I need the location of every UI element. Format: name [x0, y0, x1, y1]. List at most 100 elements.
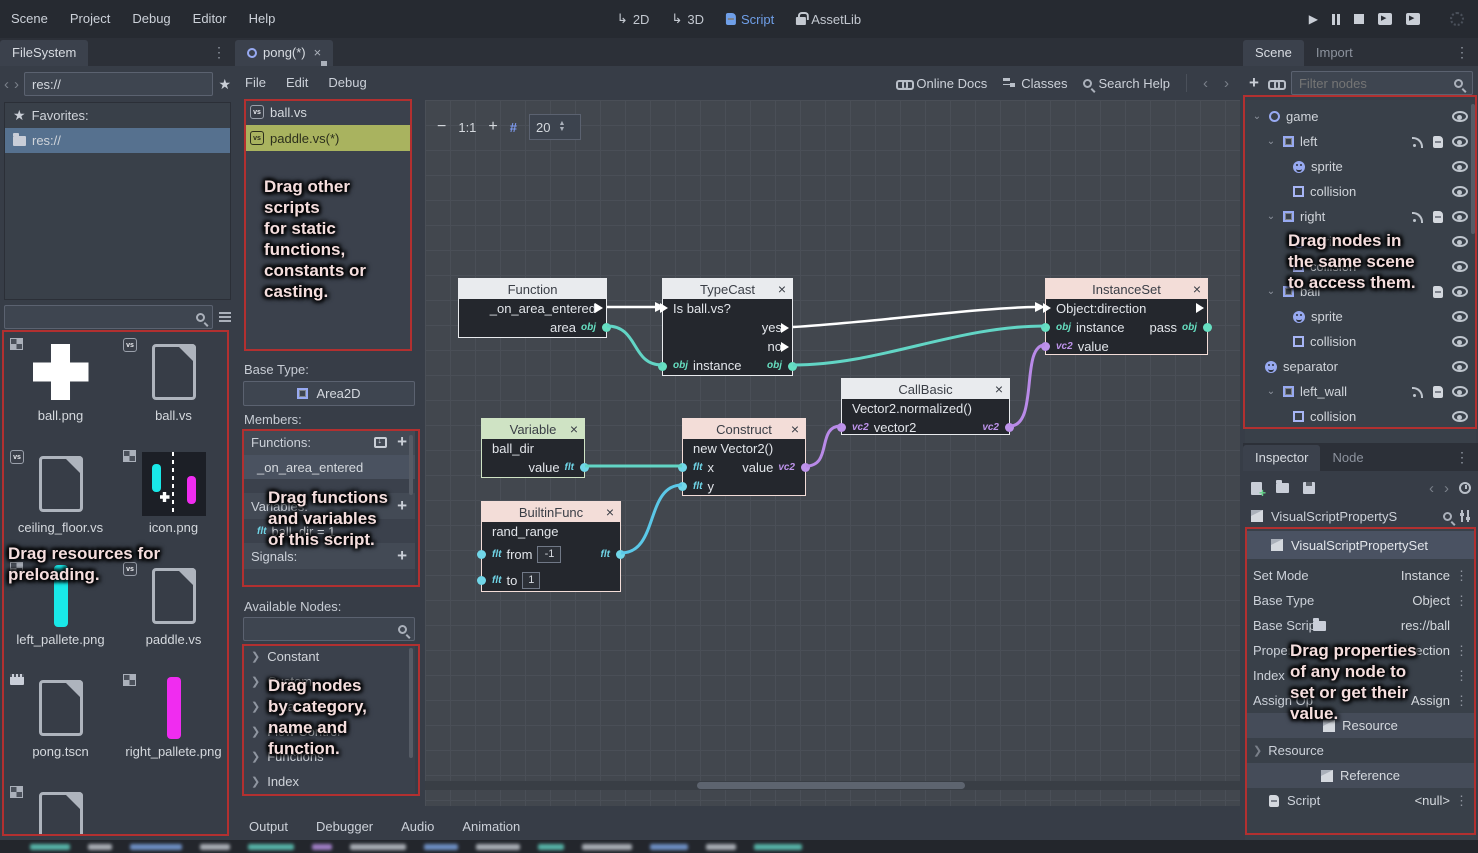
workspace-script[interactable]: Script: [718, 8, 782, 31]
root-folder-row[interactable]: res://: [5, 128, 230, 153]
filter-nodes-input[interactable]: [1291, 71, 1473, 95]
file-search-input[interactable]: [4, 305, 213, 329]
tools-icon[interactable]: [1460, 510, 1471, 522]
obj-in-port[interactable]: [658, 362, 667, 371]
visibility-icon[interactable]: [1452, 411, 1468, 422]
resource-expand-row[interactable]: ❯ Resource: [1245, 738, 1476, 763]
close-node-icon[interactable]: ×: [995, 381, 1003, 397]
category-index[interactable]: ❯Index: [243, 769, 415, 794]
visibility-icon[interactable]: [1452, 286, 1468, 297]
dock-options-icon[interactable]: ⋮: [1455, 44, 1470, 61]
signal-icon[interactable]: [1412, 136, 1424, 148]
tree-row-collision[interactable]: collision: [1245, 404, 1476, 429]
visibility-icon[interactable]: [1452, 336, 1468, 347]
float-out-port[interactable]: [580, 463, 589, 472]
seq-in-port[interactable]: [1043, 303, 1056, 313]
resource-section-header[interactable]: Resource: [1245, 713, 1476, 738]
obj-in-port[interactable]: [1041, 323, 1050, 332]
prop-set-mode[interactable]: Set ModeInstance⋮: [1245, 563, 1476, 588]
script-icon[interactable]: [1433, 286, 1443, 298]
dock-options-icon[interactable]: ⋮: [1455, 449, 1470, 466]
category-custom[interactable]: ❯Custom: [243, 669, 415, 694]
add-variable-icon[interactable]: +: [397, 496, 407, 516]
file-right-pallete-png[interactable]: right_pallete.png: [117, 668, 230, 780]
nav-forward-icon[interactable]: ›: [14, 76, 19, 93]
visual-script-graph[interactable]: − 1:1 + # 20 ▲▼ Function _on_area_entere…: [425, 100, 1240, 806]
tab-inspector[interactable]: Inspector: [1243, 445, 1320, 471]
signal-icon[interactable]: [1412, 211, 1424, 223]
path-input[interactable]: [24, 72, 213, 96]
snap-step-spinbox[interactable]: 20 ▲▼: [529, 114, 581, 140]
search-help-button[interactable]: Search Help: [1083, 76, 1170, 91]
category-scrollbar[interactable]: [409, 648, 413, 758]
script-item-ball[interactable]: vs ball.vs: [244, 99, 412, 125]
reference-section-header[interactable]: Reference: [1245, 763, 1476, 788]
visibility-icon[interactable]: [1452, 111, 1468, 122]
file-paddle-vs[interactable]: vs paddle.vs: [117, 556, 230, 668]
pause-button[interactable]: [1332, 14, 1340, 25]
menu-debug[interactable]: Debug: [121, 0, 181, 38]
prop-assign-op[interactable]: Assign OpAssign⋮: [1245, 688, 1476, 713]
online-docs-button[interactable]: Online Docs: [896, 76, 987, 91]
snap-grid-icon[interactable]: #: [510, 120, 517, 135]
classes-button[interactable]: Classes: [1003, 76, 1067, 91]
graph-hscrollbar[interactable]: [425, 781, 1240, 790]
tab-node[interactable]: Node: [1320, 445, 1375, 471]
seq-out-port[interactable]: [1196, 303, 1209, 313]
add-node-icon[interactable]: +: [1249, 73, 1259, 93]
vec2-in-port[interactable]: [837, 423, 846, 432]
float-x-in-port[interactable]: [678, 463, 687, 472]
script-menu-edit[interactable]: Edit: [276, 66, 318, 100]
seq-out-port[interactable]: [595, 303, 608, 313]
close-node-icon[interactable]: ×: [606, 504, 614, 520]
close-node-icon[interactable]: ×: [778, 281, 786, 297]
float-to-in-port[interactable]: [477, 576, 486, 585]
node-variable[interactable]: Variable× ball_dir value flt: [481, 418, 585, 478]
from-value-field[interactable]: -1: [537, 546, 561, 563]
prop-property[interactable]: Propertydirection⋮: [1245, 638, 1476, 663]
file-pong-tscn[interactable]: pong.tscn: [4, 668, 117, 780]
menu-help[interactable]: Help: [238, 0, 287, 38]
spin-arrows-icon[interactable]: ▲▼: [558, 121, 565, 133]
history-forward-icon[interactable]: ›: [1444, 480, 1449, 497]
file-ball-vs[interactable]: vs ball.vs: [117, 332, 230, 444]
file-icon-png[interactable]: icon.png: [117, 444, 230, 556]
base-type-button[interactable]: Area2D: [243, 381, 415, 406]
close-tab-icon[interactable]: ×: [314, 45, 322, 60]
vec2-out-port[interactable]: [801, 463, 810, 472]
tree-row-separator[interactable]: separator: [1245, 354, 1476, 379]
file-ceiling-floor-vs[interactable]: vs ceiling_floor.vs: [4, 444, 117, 556]
visibility-icon[interactable]: [1452, 261, 1468, 272]
prop-script[interactable]: Script<null>⋮: [1245, 788, 1476, 813]
node-search-input[interactable]: [243, 617, 415, 641]
obj-out-port[interactable]: [788, 362, 797, 371]
menu-editor[interactable]: Editor: [182, 0, 238, 38]
node-instanceset[interactable]: InstanceSet× Object:direction obj instan…: [1045, 278, 1208, 355]
prop-base-type[interactable]: Base TypeObject⋮: [1245, 588, 1476, 613]
category-flow-control[interactable]: ❯Flow Control: [243, 719, 415, 744]
menu-scene[interactable]: Scene: [0, 0, 59, 38]
play-scene-button[interactable]: [1378, 13, 1392, 25]
tab-pong-scene[interactable]: pong(*) ×: [235, 40, 333, 66]
signal-icon[interactable]: [1412, 386, 1424, 398]
obj-out-port[interactable]: [602, 323, 611, 332]
seq-no-port[interactable]: [781, 342, 794, 352]
visibility-icon[interactable]: [1452, 386, 1468, 397]
instance-scene-icon[interactable]: [1268, 79, 1282, 87]
tree-row-left-wall[interactable]: ⌄left_wall: [1245, 379, 1476, 404]
stop-button[interactable]: [1354, 14, 1364, 24]
load-resource-icon[interactable]: [1276, 483, 1289, 493]
new-resource-icon[interactable]: [1251, 482, 1262, 495]
tab-import[interactable]: Import: [1304, 40, 1365, 66]
vec2-in-port[interactable]: [1041, 342, 1050, 351]
visibility-icon[interactable]: [1452, 236, 1468, 247]
category-functions[interactable]: ❯Functions: [243, 744, 415, 769]
zoom-reset-button[interactable]: 1:1: [458, 120, 476, 135]
function-item[interactable]: _on_area_entered: [243, 455, 415, 479]
node-typecast[interactable]: TypeCast× Is ball.vs? yes no obj instanc…: [662, 278, 793, 376]
prop-index[interactable]: Index⋮: [1245, 663, 1476, 688]
workspace-assetlib[interactable]: AssetLib: [788, 8, 869, 31]
workspace-3d[interactable]: ↳3D: [663, 7, 712, 31]
tab-animation[interactable]: Animation: [462, 819, 520, 834]
tab-filesystem[interactable]: FileSystem: [0, 40, 88, 66]
